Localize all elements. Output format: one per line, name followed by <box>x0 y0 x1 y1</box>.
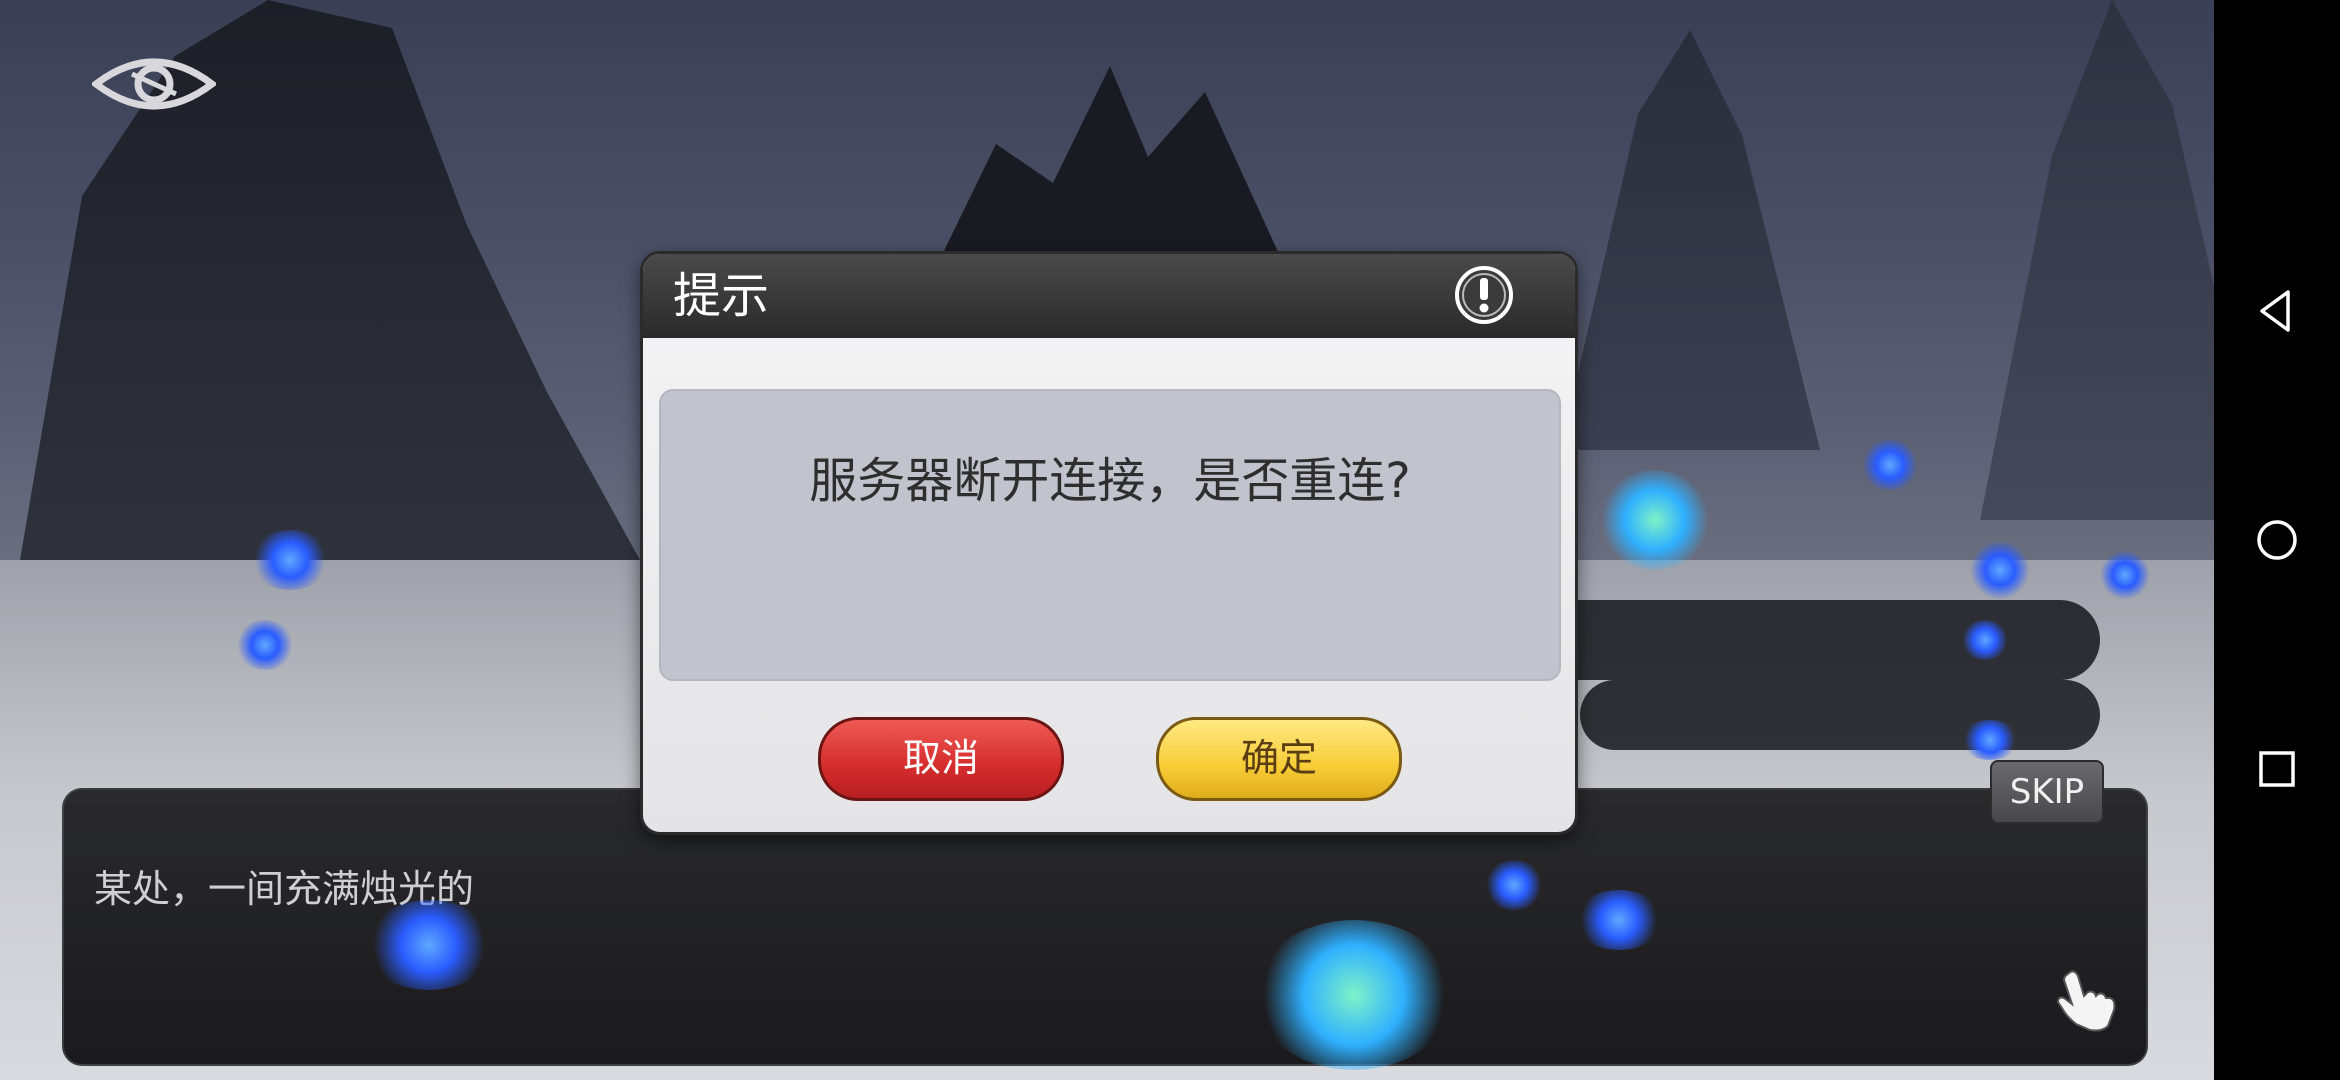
blue-sparkle <box>1970 540 2030 600</box>
reconnect-dialog: 提示 服务器断开连接，是否重连? 取消 确定 <box>640 251 1578 835</box>
blue-sparkle <box>2100 550 2150 600</box>
blue-sparkle <box>1860 440 1920 490</box>
green-sparkle <box>1254 920 1454 1070</box>
dialog-header: 提示 <box>643 254 1575 338</box>
circle-home-icon[interactable] <box>2252 515 2302 565</box>
mid-mountain <box>1560 30 1820 450</box>
green-sparkle <box>1600 470 1710 570</box>
exclamation-icon <box>1453 264 1515 326</box>
square-recents-icon[interactable] <box>2252 744 2302 794</box>
blue-sparkle <box>364 900 494 990</box>
blue-sparkle <box>1960 620 2010 660</box>
dialog-message-panel: 服务器断开连接，是否重连? <box>659 389 1561 681</box>
blue-sparkle <box>1484 860 1544 910</box>
blue-sparkle <box>1960 720 2020 760</box>
tap-hand-icon <box>2050 964 2120 1034</box>
ground-crack <box>1580 680 2100 750</box>
system-nav-bar <box>2214 0 2340 1080</box>
blue-sparkle <box>1574 890 1664 950</box>
right-mountain <box>1980 0 2214 520</box>
ground-crack <box>1500 600 2100 680</box>
dialog-message: 服务器断开连接，是否重连? <box>809 453 1411 509</box>
blue-sparkle <box>250 530 330 590</box>
triangle-back-icon[interactable] <box>2252 286 2302 336</box>
dialog-title: 提示 <box>673 268 770 324</box>
blue-sparkle <box>235 620 295 670</box>
eye-icon[interactable] <box>90 52 218 116</box>
confirm-button[interactable]: 确定 <box>1156 717 1402 801</box>
cancel-button[interactable]: 取消 <box>818 717 1064 801</box>
skip-button[interactable]: SKIP <box>1990 760 2104 824</box>
